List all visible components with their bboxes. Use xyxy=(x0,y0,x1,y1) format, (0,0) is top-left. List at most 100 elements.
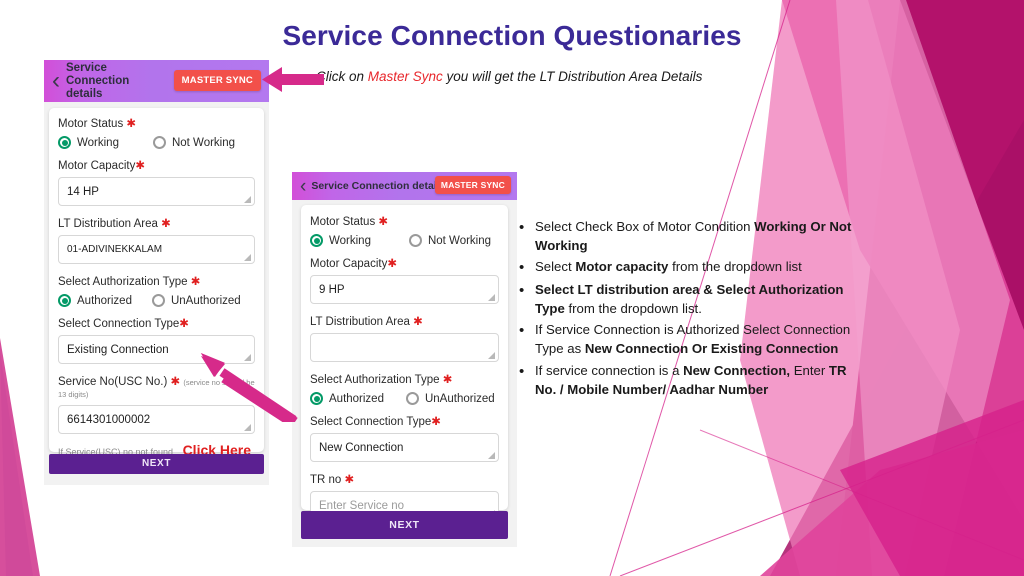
bullet-dot-icon: • xyxy=(519,281,525,299)
page-title: Service Connection Questionaries xyxy=(282,20,742,51)
phone1-motor-capacity-select[interactable]: 14 HP xyxy=(58,177,255,206)
required-asterisk: ✱ xyxy=(135,160,145,172)
required-asterisk: ✱ xyxy=(378,216,389,228)
bullet-text: Select Motor capacity from the dropdown … xyxy=(535,258,871,278)
arrow-to-master-sync xyxy=(262,67,324,92)
phone2-connection-type-label: Select Connection Type✱ xyxy=(310,416,441,428)
radio-working-2[interactable] xyxy=(310,234,323,247)
bullet-text-plain: Enter xyxy=(790,362,829,378)
bullet-text-bold: New Connection, xyxy=(683,362,791,378)
bullet-text: Select LT distribution area & Select Aut… xyxy=(535,281,871,318)
bullet-item: • Select LT distribution area & Select Au… xyxy=(519,281,871,318)
bullet-dot-icon: • xyxy=(519,362,525,380)
phone1-motor-status-label: Motor Status ✱ xyxy=(58,118,137,130)
deco-shape-left-wedge xyxy=(0,338,40,576)
phone1-service-no-value: 6614301000002 xyxy=(67,413,151,426)
phone1-motor-capacity-value: 14 HP xyxy=(67,185,99,198)
phone2-auth-type-label: Select Authorization Type ✱ xyxy=(310,374,453,386)
phone-mockup-2: ‹ Service Connection details MASTER SYNC… xyxy=(292,172,517,547)
phone2-lt-area-label: LT Distribution Area ✱ xyxy=(310,316,423,328)
bullet-text: If Service Connection is Authorized Sele… xyxy=(535,321,871,358)
radio-unauthorized-label-2: UnAuthorized xyxy=(424,392,495,405)
caption-suffix: you will get the LT Distribution Area De… xyxy=(442,69,703,84)
phone1-lt-area-select[interactable]: 01-ADIVINEKKALAM xyxy=(58,235,255,264)
phone2-tr-no-label: TR no ✱ xyxy=(310,474,355,486)
bullet-text-bold: New Connection Or Existing Connection xyxy=(584,341,839,357)
radio-unauthorized-2[interactable] xyxy=(405,392,419,405)
phone2-next-button[interactable]: NEXT xyxy=(301,511,508,539)
phone2-motor-status-label: Motor Status ✱ xyxy=(310,216,389,228)
phone2-motor-capacity-value: 9 HP xyxy=(319,283,345,296)
deco-hairline-3 xyxy=(699,429,1024,561)
phone2-header: ‹ Service Connection details MASTER SYNC xyxy=(292,172,517,200)
bullet-item: • If service connection is a New Connecti… xyxy=(519,362,871,399)
required-asterisk: ✱ xyxy=(344,474,355,486)
phone1-auth-type-label: Select Authorization Type ✱ xyxy=(58,276,201,288)
phone1-next-button[interactable]: NEXT xyxy=(49,454,264,474)
bullet-dot-icon: • xyxy=(519,322,525,340)
radio-unauthorized-1[interactable] xyxy=(151,294,165,307)
radio-working-1[interactable] xyxy=(58,136,71,149)
phone2-connection-type-select[interactable]: New Connection xyxy=(310,433,499,462)
master-sync-button-1[interactable]: MASTER SYNC xyxy=(173,70,261,91)
required-asterisk: ✱ xyxy=(161,218,171,230)
radio-working-label-1: Working xyxy=(77,136,119,149)
radio-not-working-label-2: Not Working xyxy=(427,234,492,247)
phone1-header-title: Service Connection details xyxy=(66,61,130,100)
radio-working-label-2: Working xyxy=(329,234,371,247)
radio-not-working-label-1: Not Working xyxy=(171,136,236,149)
phone1-header: ‹ Service Connection details MASTER SYNC xyxy=(44,60,269,102)
bullet-text-plain: If service connection is a xyxy=(535,362,684,378)
master-sync-button-2[interactable]: MASTER SYNC xyxy=(434,176,511,194)
phone1-lt-area-value: 01-ADIVINEKKALAM xyxy=(67,244,163,255)
radio-authorized-label-1: Authorized xyxy=(77,294,132,307)
phone1-service-no-label: Service No(USC No.) ✱ (service no should… xyxy=(58,376,255,399)
bullet-text-plain: from the dropdown list xyxy=(668,259,802,275)
radio-unauthorized-label-1: UnAuthorized xyxy=(170,294,241,307)
caption-prefix: Click on xyxy=(316,69,368,84)
phone1-form-card: Motor Status ✱ Working Not Working Motor… xyxy=(49,108,264,458)
phone1-connection-type-value: Existing Connection xyxy=(67,343,169,356)
bullet-text: If service connection is a New Connectio… xyxy=(535,362,871,399)
bullet-text-plain: from the dropdown list. xyxy=(564,300,702,316)
radio-not-working-2[interactable] xyxy=(408,234,422,247)
phone2-motor-status-radios: Working Not Working xyxy=(310,234,499,247)
phone1-connection-type-select[interactable]: Existing Connection xyxy=(58,335,255,364)
deco-shape-left-wedge-2 xyxy=(0,352,33,576)
phone1-motor-status-radios: Working Not Working xyxy=(58,136,255,149)
phone1-service-no-input[interactable]: 6614301000002 xyxy=(58,405,255,434)
bullet-item: • Select Motor capacity from the dropdown… xyxy=(519,258,871,278)
radio-not-working-1[interactable] xyxy=(152,136,166,149)
bullet-text-plain: Select Check Box of Motor Condition xyxy=(535,219,755,234)
radio-authorized-1[interactable] xyxy=(58,294,71,307)
phone2-motor-capacity-select[interactable]: 9 HP xyxy=(310,275,499,304)
phone2-header-title: Service Connection details xyxy=(311,180,446,192)
chevron-left-icon[interactable]: ‹ xyxy=(300,177,306,196)
chevron-left-icon[interactable]: ‹ xyxy=(52,69,60,93)
phone2-tr-no-placeholder: Enter Service no xyxy=(319,499,405,512)
deco-hairline-2 xyxy=(619,419,1024,576)
required-asterisk: ✱ xyxy=(170,376,181,388)
bullet-dot-icon: • xyxy=(519,259,525,277)
required-asterisk: ✱ xyxy=(387,258,397,270)
phone1-connection-type-label: Select Connection Type✱ xyxy=(58,318,189,330)
bullet-item: • Select Check Box of Motor Condition Wor… xyxy=(519,218,871,255)
bullet-item: • If Service Connection is Authorized Sel… xyxy=(519,321,871,358)
required-asterisk: ✱ xyxy=(190,276,201,288)
phone-mockup-1: ‹ Service Connection details MASTER SYNC… xyxy=(44,60,269,485)
deco-shape-pink-bottom-2 xyxy=(840,400,1024,576)
required-asterisk: ✱ xyxy=(442,374,453,386)
phone2-form-card: Motor Status ✱ Working Not Working Motor… xyxy=(301,205,508,520)
radio-authorized-label-2: Authorized xyxy=(329,392,384,405)
bullet-text-plain: Select xyxy=(535,259,576,275)
bullet-text: Select Check Box of Motor Condition Work… xyxy=(535,218,871,255)
required-asterisk: ✱ xyxy=(126,118,137,130)
caption-highlight: Master Sync xyxy=(367,69,443,84)
phone2-lt-area-select[interactable] xyxy=(310,333,499,362)
phone1-motor-capacity-label: Motor Capacity✱ xyxy=(58,160,145,172)
radio-authorized-2[interactable] xyxy=(310,392,323,405)
phone2-auth-type-radios: Authorized UnAuthorized xyxy=(310,392,499,405)
phone1-lt-area-label: LT Distribution Area ✱ xyxy=(58,218,171,230)
phone2-connection-type-value: New Connection xyxy=(319,441,404,454)
deco-shape-pink-bottom xyxy=(760,430,1024,576)
